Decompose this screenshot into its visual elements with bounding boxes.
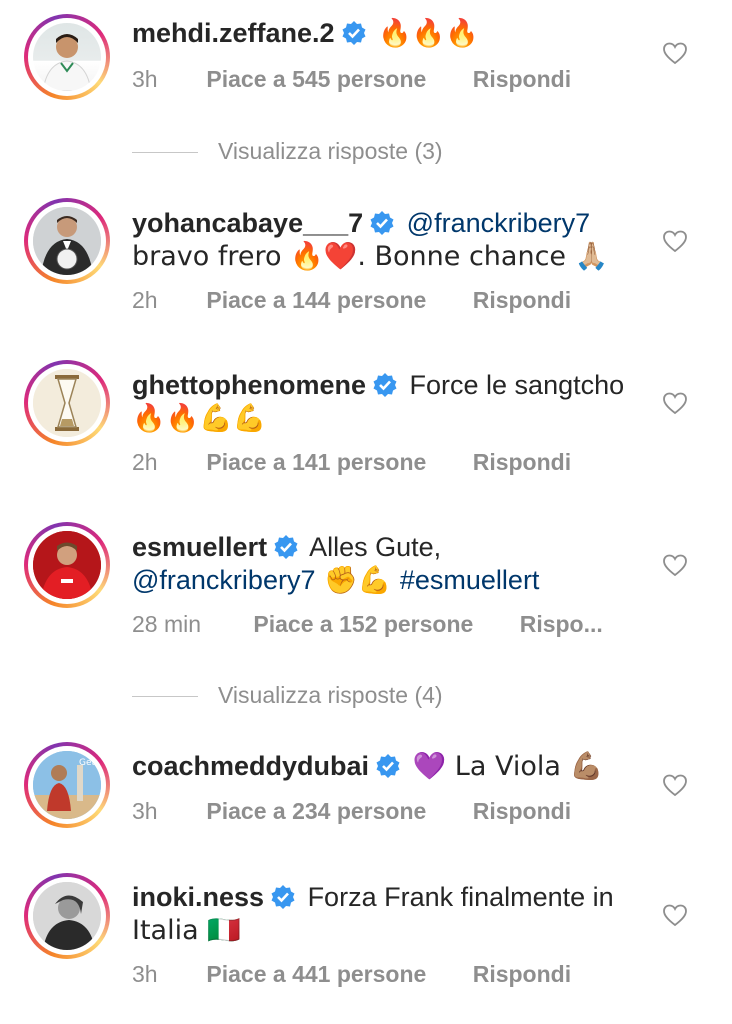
verified-badge-icon bbox=[274, 535, 298, 559]
verified-badge-icon bbox=[376, 754, 400, 778]
reply-button[interactable]: Rispondi bbox=[473, 287, 571, 314]
comment-body: ghettophenomene Force le sangtcho 🔥🔥💪💪 bbox=[132, 369, 642, 435]
comment-username[interactable]: coachmeddydubai bbox=[132, 751, 369, 781]
view-replies-button[interactable]: Visualizza risposte (4) bbox=[132, 682, 443, 709]
comment-meta: 3h Piace a 441 persone Rispondi bbox=[132, 961, 571, 988]
divider bbox=[132, 696, 198, 698]
comment-body: yohancabaye___7 @franckribery7 bravo fre… bbox=[132, 207, 642, 273]
reply-button[interactable]: Rispo... bbox=[520, 611, 603, 638]
comment-meta: 2h Piace a 141 persone Rispondi bbox=[132, 449, 571, 476]
likes-count[interactable]: Piace a 441 persone bbox=[206, 961, 426, 988]
comment-body: inoki.ness Forza Frank finalmente in Ita… bbox=[132, 881, 642, 947]
comment-username[interactable]: mehdi.zeffane.2 bbox=[132, 18, 335, 48]
comment-time: 3h bbox=[132, 66, 158, 92]
svg-text:Get: Get bbox=[79, 758, 96, 768]
comment-time: 3h bbox=[132, 798, 158, 824]
view-replies-label: Visualizza risposte (3) bbox=[218, 138, 443, 164]
verified-badge-icon bbox=[373, 373, 397, 397]
avatar[interactable] bbox=[24, 360, 110, 446]
comment-meta: 3h Piace a 545 persone Rispondi bbox=[132, 66, 571, 93]
comment-username[interactable]: esmuellert bbox=[132, 532, 267, 562]
heart-icon[interactable] bbox=[662, 553, 688, 579]
comment-text: Forza Frank finalmente in bbox=[307, 882, 614, 912]
avatar[interactable]: Get bbox=[24, 742, 110, 828]
comment-time: 28 min bbox=[132, 611, 202, 637]
view-replies-label: Visualizza risposte (4) bbox=[218, 682, 443, 708]
verified-badge-icon bbox=[342, 21, 366, 45]
comment-text: Force le sangtcho bbox=[409, 370, 625, 400]
comment-text: Alles Gute, bbox=[309, 532, 442, 562]
comment-text-line2: Italia 🇮🇹 bbox=[132, 915, 241, 946]
comment-body: mehdi.zeffane.2 🔥🔥🔥 bbox=[132, 17, 642, 50]
likes-count[interactable]: Piace a 545 persone bbox=[206, 66, 426, 93]
hashtag-link[interactable]: #esmuellert bbox=[400, 565, 540, 595]
avatar[interactable] bbox=[24, 873, 110, 959]
comment-text: 💜 La Viola 💪🏽 bbox=[412, 751, 604, 782]
verified-badge-icon bbox=[271, 885, 295, 909]
comment-username[interactable]: ghettophenomene bbox=[132, 370, 366, 400]
heart-icon[interactable] bbox=[662, 229, 688, 255]
reply-button[interactable]: Rispondi bbox=[473, 798, 571, 825]
verified-badge-icon bbox=[370, 211, 394, 235]
likes-count[interactable]: Piace a 234 persone bbox=[206, 798, 426, 825]
comment-body: esmuellert Alles Gute, @franckribery7 ✊💪… bbox=[132, 531, 642, 597]
comment-username[interactable]: inoki.ness bbox=[132, 882, 264, 912]
heart-icon[interactable] bbox=[662, 41, 688, 67]
comment-time: 2h bbox=[132, 449, 158, 475]
comment-emoji: ✊💪 bbox=[315, 565, 400, 596]
comment-text: 🔥🔥🔥 bbox=[378, 18, 479, 49]
reply-button[interactable]: Rispondi bbox=[473, 961, 571, 988]
heart-icon[interactable] bbox=[662, 773, 688, 799]
heart-icon[interactable] bbox=[662, 903, 688, 929]
reply-button[interactable]: Rispondi bbox=[473, 66, 571, 93]
divider bbox=[132, 152, 198, 154]
likes-count[interactable]: Piace a 144 persone bbox=[206, 287, 426, 314]
avatar[interactable] bbox=[24, 14, 110, 100]
reply-button[interactable]: Rispondi bbox=[473, 449, 571, 476]
comment-time: 3h bbox=[132, 961, 158, 987]
comment-emoji: 🔥🔥💪💪 bbox=[132, 403, 267, 434]
comment-username[interactable]: yohancabaye___7 bbox=[132, 208, 363, 238]
mention-link[interactable]: @franckribery7 bbox=[407, 208, 590, 238]
comment-meta: 2h Piace a 144 persone Rispondi bbox=[132, 287, 571, 314]
heart-icon[interactable] bbox=[662, 391, 688, 417]
likes-count[interactable]: Piace a 141 persone bbox=[206, 449, 426, 476]
comment-text: bravo frero 🔥❤️. Bonne chance 🙏🏼 bbox=[132, 241, 609, 272]
comment-time: 2h bbox=[132, 287, 158, 313]
comment-meta: 3h Piace a 234 persone Rispondi bbox=[132, 798, 571, 825]
likes-count[interactable]: Piace a 152 persone bbox=[253, 611, 473, 638]
comment-body: coachmeddydubai 💜 La Viola 💪🏽 bbox=[132, 750, 642, 783]
view-replies-button[interactable]: Visualizza risposte (3) bbox=[132, 138, 443, 165]
comment-meta: 28 min Piace a 152 persone Rispo... bbox=[132, 611, 603, 638]
mention-link[interactable]: @franckribery7 bbox=[132, 565, 315, 595]
avatar[interactable] bbox=[24, 522, 110, 608]
avatar[interactable] bbox=[24, 198, 110, 284]
